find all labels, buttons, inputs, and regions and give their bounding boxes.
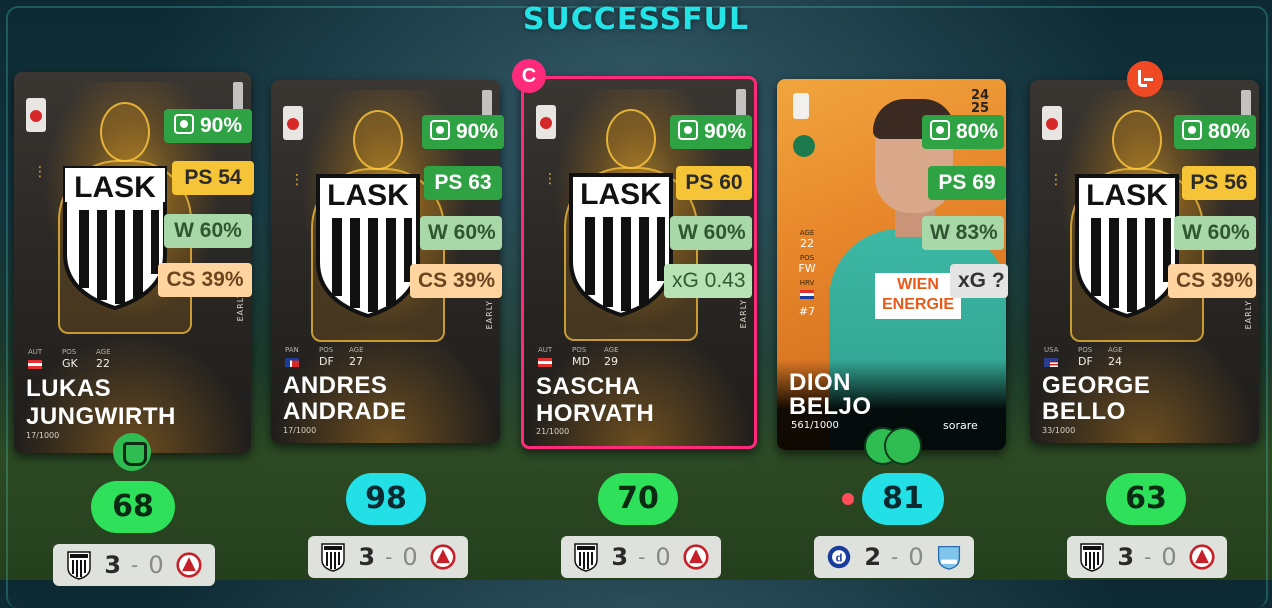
stat-pill-a: 90% xyxy=(422,115,504,149)
opponent-logo-icon xyxy=(430,542,456,572)
svg-text:LASK: LASK xyxy=(580,178,662,211)
svg-text:d: d xyxy=(836,552,843,564)
stat-pill-d: xG ? xyxy=(950,264,1008,298)
svg-text:LASK: LASK xyxy=(74,171,156,204)
player-score-1: 68 xyxy=(91,481,175,533)
lask-logo-icon: LASK xyxy=(61,164,169,311)
menu-dots-icon[interactable]: ⋮ xyxy=(543,172,557,186)
menu-dots-icon[interactable]: ⋮ xyxy=(1049,173,1063,187)
league-badge-icon xyxy=(283,106,303,140)
player-last-name: BELJO xyxy=(789,393,872,420)
player-last-name: HORVATH xyxy=(536,400,655,427)
match-result-3[interactable]: 3-0 xyxy=(561,536,721,578)
dinamo-logo-icon: d xyxy=(826,542,852,572)
card-serial: 17/1000 xyxy=(26,431,60,440)
lask-logo-icon xyxy=(573,542,599,572)
opponent-logo-icon xyxy=(683,542,709,572)
result-title: SUCCESSFUL xyxy=(522,2,750,37)
stat-pill-c: W 60% xyxy=(1174,216,1256,250)
stat-pill-d: CS 39% xyxy=(158,263,252,297)
lask-logo-icon: LASK xyxy=(314,172,422,319)
stat-pill-c: W 83% xyxy=(922,216,1004,250)
player-score-2: 98 xyxy=(346,473,426,525)
player-first-name: ANDRES xyxy=(283,372,388,399)
player-first-name: LUKAS xyxy=(26,375,112,402)
balls-icon xyxy=(864,427,922,465)
stat-icon xyxy=(930,120,950,140)
stat-icon xyxy=(1182,120,1202,140)
stat-pill-b: PS 56 xyxy=(1182,166,1256,200)
stat-pill-a: 90% xyxy=(164,109,252,143)
stat-pill-b: PS 63 xyxy=(424,166,502,200)
stat-pill-d: xG 0.43 xyxy=(664,264,752,298)
lask-logo-icon xyxy=(66,550,92,580)
lask-logo-icon: LASK xyxy=(1073,172,1181,319)
substitution-icon[interactable] xyxy=(1127,61,1163,97)
player-score-5: 63 xyxy=(1106,473,1186,525)
lask-logo-icon xyxy=(1079,542,1105,572)
menu-dots-icon[interactable]: ⋮ xyxy=(33,165,47,179)
svg-text:LASK: LASK xyxy=(327,179,409,212)
stat-icon xyxy=(173,114,194,134)
player-meta: AUT POS GK AGE 22 xyxy=(28,348,111,370)
stat-icon xyxy=(678,120,698,140)
lask-logo-icon xyxy=(320,542,346,572)
player-first-name: SASCHA xyxy=(536,373,641,400)
stat-pill-b: PS 54 xyxy=(172,161,254,195)
stat-pill-c: W 60% xyxy=(670,216,752,250)
stat-pill-a: 80% xyxy=(1174,115,1256,149)
sorare-brand: sorare xyxy=(943,419,978,432)
opponent-logo-icon xyxy=(936,542,962,572)
card-serial: 21/1000 xyxy=(536,427,570,436)
match-result-5[interactable]: 3-0 xyxy=(1067,536,1227,578)
player-last-name: BELLO xyxy=(1042,398,1126,425)
shirt-sponsor: WIEN ENERGIE xyxy=(875,273,961,319)
player-meta: AUT POS MD AGE 29 xyxy=(538,346,619,368)
captain-badge: C xyxy=(512,59,546,93)
player-meta: PAN POS DF AGE 27 xyxy=(285,346,364,368)
opponent-logo-icon xyxy=(176,550,202,580)
player-side-meta: AGE 22 POS FW HRV #7 xyxy=(798,229,816,318)
league-badge-icon xyxy=(793,93,809,119)
menu-dots-icon[interactable]: ⋮ xyxy=(290,173,304,187)
stat-pill-b: PS 69 xyxy=(928,166,1006,200)
league-badge-icon xyxy=(1042,106,1062,140)
league-badge-icon xyxy=(536,105,556,139)
player-last-name: JUNGWIRTH xyxy=(26,403,176,430)
stat-pill-d: CS 39% xyxy=(410,264,502,298)
match-result-4[interactable]: d 2-0 xyxy=(814,536,974,578)
card-serial: 33/1000 xyxy=(1042,426,1076,435)
league-badge-icon xyxy=(26,98,46,132)
opponent-logo-icon xyxy=(1189,542,1215,572)
player-first-name: GEORGE xyxy=(1042,372,1151,399)
stat-pill-a: 80% xyxy=(922,115,1004,149)
live-indicator-dot xyxy=(842,493,854,505)
stat-pill-c: W 60% xyxy=(164,214,252,248)
card-serial: 561/1000 xyxy=(791,420,839,431)
stat-pill-a: 90% xyxy=(670,115,752,149)
player-score-4: 81 xyxy=(862,473,944,525)
stat-pill-c: W 60% xyxy=(420,216,502,250)
card-serial: 17/1000 xyxy=(283,426,317,435)
season-label: 24 25 xyxy=(971,88,990,116)
player-last-name: ANDRADE xyxy=(283,398,407,425)
stat-pill-d: CS 39% xyxy=(1168,264,1256,298)
svg-text:LASK: LASK xyxy=(1086,179,1168,212)
player-score-3: 70 xyxy=(598,473,678,525)
rapid-club-icon xyxy=(793,135,815,157)
stat-icon xyxy=(430,120,450,140)
player-meta: USA POS DF AGE 24 xyxy=(1044,346,1123,368)
gloves-icon xyxy=(113,433,151,471)
stat-pill-b: PS 60 xyxy=(676,166,752,200)
lask-logo-icon: LASK xyxy=(567,171,675,318)
match-result-2[interactable]: 3-0 xyxy=(308,536,468,578)
